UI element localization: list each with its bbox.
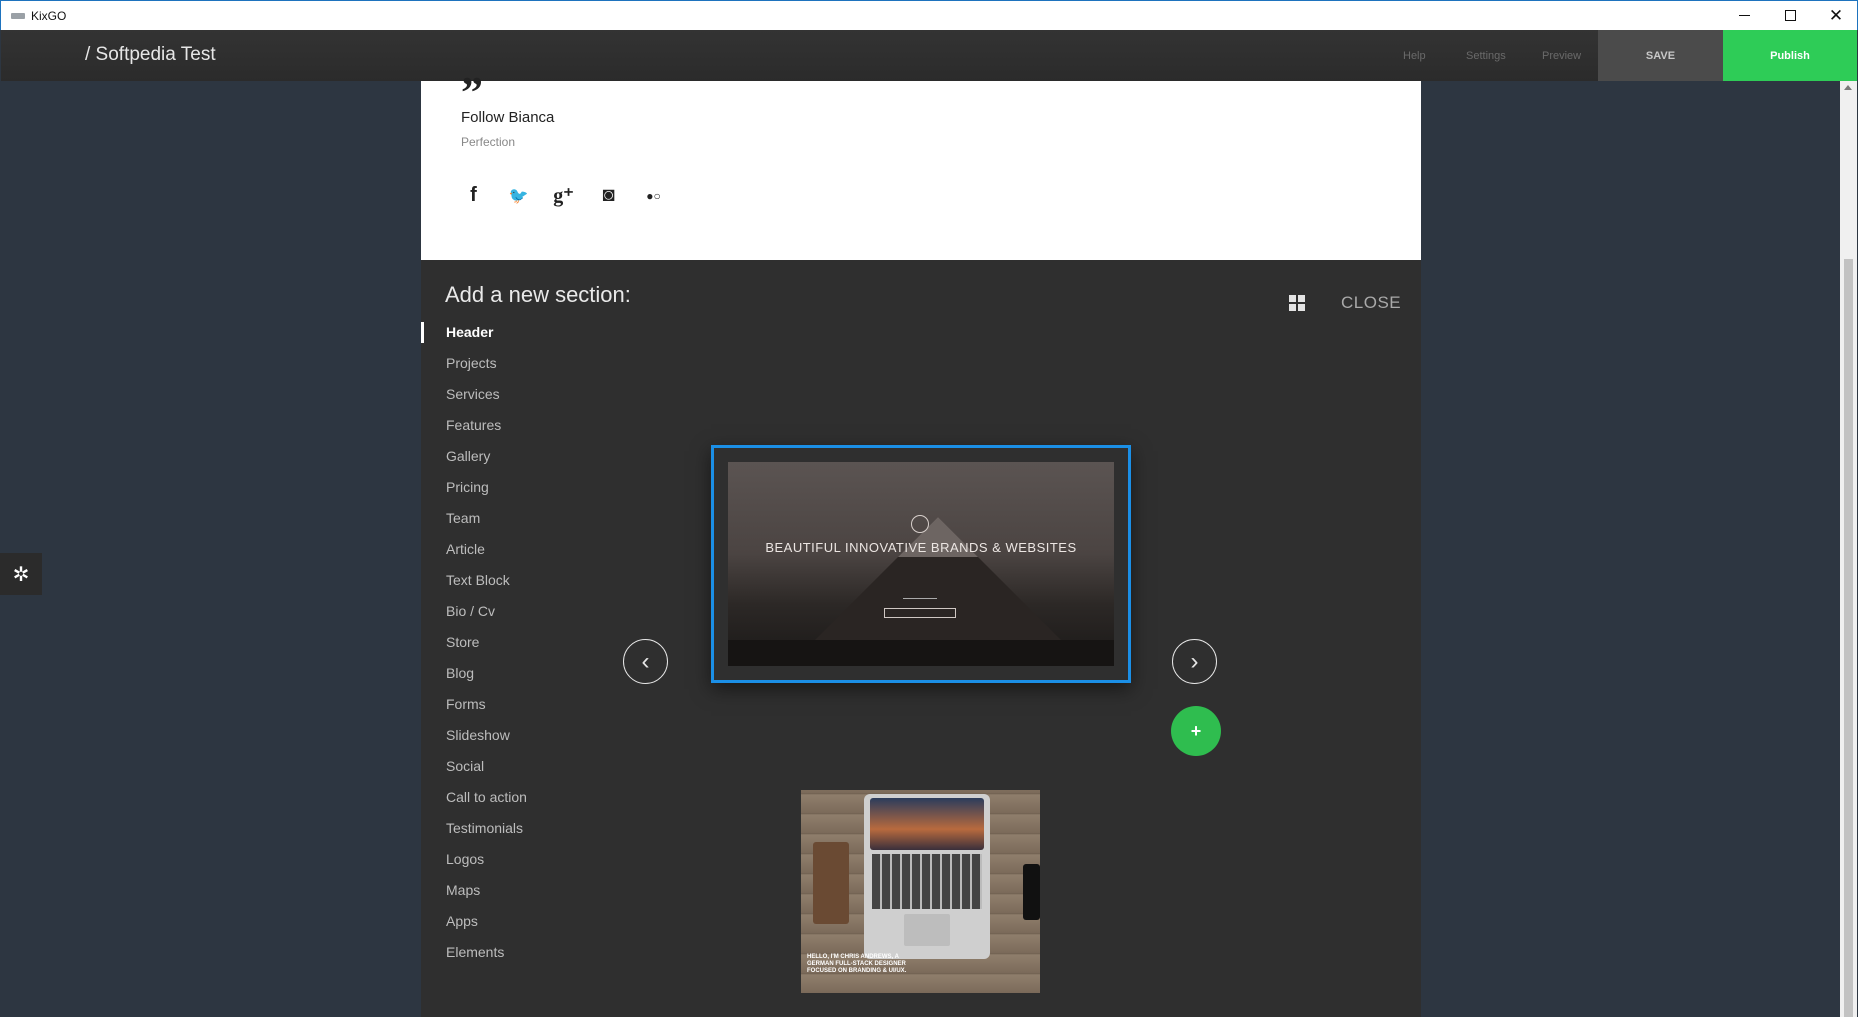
section-item-store[interactable]: Store bbox=[421, 632, 527, 663]
window-title: KixGO bbox=[31, 9, 67, 23]
notebook-graphic bbox=[813, 842, 849, 924]
vertical-scrollbar[interactable] bbox=[1840, 81, 1857, 1017]
template-caption: HELLO, I'M CHRIS ANDREWS, A GERMAN FULL-… bbox=[807, 954, 907, 974]
section-type-list: Header Projects Services Features Galler… bbox=[421, 322, 527, 973]
app-icon bbox=[11, 13, 25, 19]
page-content: ” Follow Bianca Perfection f 🐦 g⁺ ◙ ●○ bbox=[421, 68, 1421, 260]
template-divider bbox=[903, 598, 937, 599]
close-panel-button[interactable]: CLOSE bbox=[1341, 293, 1401, 313]
site-name: / Softpedia Test bbox=[85, 44, 216, 65]
section-item-bio-cv[interactable]: Bio / Cv bbox=[421, 601, 527, 632]
template-thumbnail: BEAUTIFUL INNOVATIVE BRANDS & WEBSITES bbox=[728, 462, 1114, 666]
ground-graphic bbox=[728, 640, 1114, 666]
section-item-header[interactable]: Header bbox=[421, 322, 527, 353]
selected-template-preview[interactable]: BEAUTIFUL INNOVATIVE BRANDS & WEBSITES bbox=[711, 445, 1131, 683]
window-titlebar: KixGO ✕ bbox=[0, 0, 1858, 30]
facebook-icon[interactable]: f bbox=[459, 181, 488, 210]
section-item-maps[interactable]: Maps bbox=[421, 880, 527, 911]
section-item-slideshow[interactable]: Slideshow bbox=[421, 725, 527, 756]
maximize-button[interactable] bbox=[1767, 1, 1813, 30]
preview-link[interactable]: Preview bbox=[1542, 50, 1581, 62]
social-icons: f 🐦 g⁺ ◙ ●○ bbox=[459, 181, 668, 210]
section-item-article[interactable]: Article bbox=[421, 539, 527, 570]
flickr-icon[interactable]: ●○ bbox=[639, 181, 668, 210]
scrollbar-thumb[interactable] bbox=[1844, 259, 1853, 1017]
google-plus-icon[interactable]: g⁺ bbox=[549, 181, 578, 210]
laptop-screen bbox=[870, 798, 984, 850]
grid-view-icon[interactable] bbox=[1289, 295, 1305, 311]
follow-title: Follow Bianca bbox=[461, 109, 555, 126]
twitter-icon[interactable]: 🐦 bbox=[504, 181, 533, 210]
scroll-up-icon[interactable] bbox=[1844, 85, 1852, 90]
phone-graphic bbox=[1023, 864, 1040, 920]
save-button[interactable]: SAVE bbox=[1598, 30, 1723, 81]
section-item-logos[interactable]: Logos bbox=[421, 849, 527, 880]
gear-icon[interactable]: ✲ bbox=[0, 553, 42, 595]
section-item-features[interactable]: Features bbox=[421, 415, 527, 446]
publish-button[interactable]: Publish bbox=[1723, 30, 1857, 81]
help-link[interactable]: Help bbox=[1403, 50, 1426, 62]
section-item-blog[interactable]: Blog bbox=[421, 663, 527, 694]
previous-template-button[interactable]: ‹ bbox=[623, 639, 668, 684]
next-template-preview[interactable]: HELLO, I'M CHRIS ANDREWS, A GERMAN FULL-… bbox=[801, 790, 1040, 993]
add-section-button[interactable]: + bbox=[1171, 706, 1221, 756]
follow-subtitle: Perfection bbox=[461, 135, 516, 149]
minimize-button[interactable] bbox=[1721, 1, 1767, 30]
panel-heading: Add a new section: bbox=[445, 282, 631, 307]
section-item-text-block[interactable]: Text Block bbox=[421, 570, 527, 601]
section-item-elements[interactable]: Elements bbox=[421, 942, 527, 973]
section-item-social[interactable]: Social bbox=[421, 756, 527, 787]
section-item-services[interactable]: Services bbox=[421, 384, 527, 415]
minimize-icon bbox=[1738, 14, 1750, 17]
section-item-apps[interactable]: Apps bbox=[421, 911, 527, 942]
close-window-button[interactable]: ✕ bbox=[1813, 1, 1858, 30]
section-item-forms[interactable]: Forms bbox=[421, 694, 527, 725]
section-item-projects[interactable]: Projects bbox=[421, 353, 527, 384]
section-item-call-to-action[interactable]: Call to action bbox=[421, 787, 527, 818]
settings-link[interactable]: Settings bbox=[1466, 50, 1506, 62]
next-template-button[interactable]: › bbox=[1172, 639, 1217, 684]
instagram-icon[interactable]: ◙ bbox=[594, 181, 623, 210]
template-cta-box bbox=[884, 608, 956, 618]
section-item-gallery[interactable]: Gallery bbox=[421, 446, 527, 477]
section-item-team[interactable]: Team bbox=[421, 508, 527, 539]
app-toolbar: / Softpedia Test Help Settings Preview S… bbox=[1, 30, 1857, 81]
section-item-pricing[interactable]: Pricing bbox=[421, 477, 527, 508]
maximize-icon bbox=[1784, 10, 1796, 21]
add-section-panel: Add a new section: CLOSE Header Projects… bbox=[421, 260, 1421, 1017]
template-headline: BEAUTIFUL INNOVATIVE BRANDS & WEBSITES bbox=[765, 540, 1077, 555]
laptop-keyboard bbox=[872, 854, 982, 909]
laptop-graphic bbox=[864, 794, 990, 959]
template-logo-icon bbox=[911, 515, 929, 533]
section-item-testimonials[interactable]: Testimonials bbox=[421, 818, 527, 849]
laptop-trackpad bbox=[904, 914, 950, 946]
